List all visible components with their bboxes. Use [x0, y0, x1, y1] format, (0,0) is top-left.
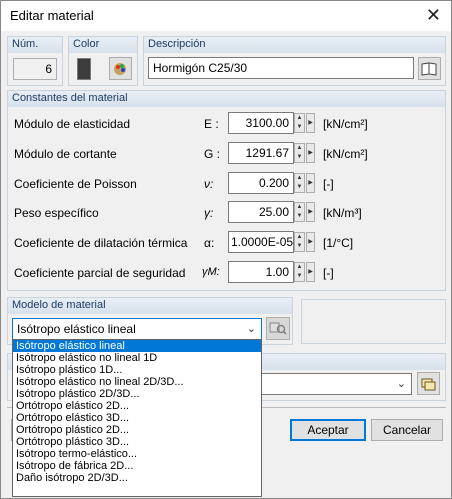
specific-weight-spinner[interactable]: ▲ ▼: [294, 202, 305, 222]
title-bar: Editar material ✕: [1, 1, 451, 31]
elasticity-input[interactable]: 3100.00: [228, 112, 294, 134]
secondary-options-button[interactable]: [417, 372, 440, 395]
model-preview-panel: [301, 299, 446, 344]
list-item[interactable]: Daño isótropo 2D/3D...: [13, 472, 261, 484]
list-item[interactable]: Ortótropo elástico 3D...: [13, 412, 261, 424]
edit-material-dialog: Editar material ✕ Núm. 6 Color Descripci…: [0, 0, 452, 499]
material-model-dropdown-list: Isótropo elástico lineal Isótropo elásti…: [12, 339, 262, 497]
list-item[interactable]: Isótropo elástico no lineal 2D/3D...: [13, 376, 261, 388]
thermal-expansion-unit: [1/°C]: [323, 236, 354, 250]
description-label: Descripción: [148, 38, 206, 50]
cancel-button[interactable]: Cancelar: [371, 419, 443, 441]
palette-icon: [114, 63, 126, 75]
thermal-expansion-arrow-button[interactable]: ▶: [306, 232, 315, 252]
thermal-expansion-spinner[interactable]: ▲ ▼: [294, 232, 305, 252]
color-group: Color: [68, 36, 138, 86]
color-swatch: [77, 58, 91, 80]
thermal-expansion-symbol: α:: [204, 236, 215, 250]
color-label: Color: [73, 38, 100, 50]
poisson-symbol: ν:: [204, 177, 214, 191]
thermal-expansion-label: Coeficiente de dilatación térmica: [14, 236, 188, 250]
model-title: Modelo de material: [12, 299, 106, 311]
shear-spinner[interactable]: ▲ ▼: [294, 143, 305, 163]
poisson-arrow-button[interactable]: ▶: [306, 173, 315, 193]
safety-factor-unit: [-]: [323, 266, 334, 280]
material-library-button[interactable]: [418, 57, 441, 80]
specific-weight-label: Peso específico: [14, 206, 99, 220]
accept-button[interactable]: Aceptar: [290, 419, 366, 441]
poisson-label: Coeficiente de Poisson: [14, 177, 137, 191]
chevron-down-icon: ⌄: [246, 323, 256, 335]
elasticity-unit: [kN/cm²]: [323, 117, 368, 131]
material-model-selected: Isótropo elástico lineal: [17, 322, 136, 336]
specific-weight-unit: [kN/m³]: [323, 206, 362, 220]
shear-arrow-button[interactable]: ▶: [306, 143, 315, 163]
shear-input[interactable]: 1291.67: [228, 142, 294, 164]
shear-label: Módulo de cortante: [14, 147, 117, 161]
window-title: Editar material: [10, 8, 94, 23]
elasticity-arrow-button[interactable]: ▶: [306, 113, 315, 133]
book-icon: [421, 62, 437, 76]
specific-weight-input[interactable]: 25.00: [228, 201, 294, 223]
elasticity-label: Módulo de elasticidad: [14, 117, 131, 131]
safety-factor-arrow-button[interactable]: ▶: [306, 262, 315, 282]
safety-factor-input[interactable]: 1.00: [228, 261, 294, 283]
shear-symbol: G :: [204, 147, 221, 161]
num-field: 6: [13, 58, 57, 80]
list-item[interactable]: Isótropo de fábrica 2D...: [13, 460, 261, 472]
safety-factor-spinner[interactable]: ▲ ▼: [294, 262, 305, 282]
list-item[interactable]: Ortótropo plástico 3D...: [13, 436, 261, 448]
description-group: Descripción Hormigón C25/30: [143, 36, 446, 86]
secondary-select[interactable]: ⌄: [259, 373, 412, 395]
list-item[interactable]: Isótropo elástico no lineal 1D: [13, 352, 261, 364]
number-group: Núm. 6: [7, 36, 63, 86]
material-constants-group: Constantes del material Módulo de elasti…: [7, 90, 446, 291]
description-input[interactable]: Hormigón C25/30: [148, 57, 414, 79]
close-icon[interactable]: ✕: [426, 5, 441, 25]
shear-unit: [kN/cm²]: [323, 147, 368, 161]
list-item[interactable]: Isótropo plástico 1D...: [13, 364, 261, 376]
chevron-down-icon: ⌄: [396, 378, 406, 390]
specific-weight-symbol: γ:: [204, 206, 214, 220]
list-item[interactable]: Isótropo elástico lineal: [13, 340, 261, 352]
model-details-button[interactable]: [266, 317, 290, 340]
window-stack-icon: [421, 378, 436, 391]
list-item[interactable]: Isótropo termo-elástico...: [13, 448, 261, 460]
poisson-spinner[interactable]: ▲ ▼: [294, 173, 305, 193]
color-palette-button[interactable]: [109, 57, 132, 80]
poisson-input[interactable]: 0.200: [228, 172, 294, 194]
list-item[interactable]: Isótropo plástico 2D/3D...: [13, 388, 261, 400]
elasticity-symbol: E :: [204, 117, 219, 131]
constants-title: Constantes del material: [12, 92, 128, 104]
list-item[interactable]: Ortótropo plástico 2D...: [13, 424, 261, 436]
elasticity-spinner[interactable]: ▲ ▼: [294, 113, 305, 133]
safety-factor-label: Coeficiente parcial de seguridad: [14, 266, 186, 280]
poisson-unit: [-]: [323, 177, 334, 191]
safety-factor-symbol: γM:: [202, 266, 220, 278]
material-model-select[interactable]: Isótropo elástico lineal ⌄: [12, 318, 262, 340]
specific-weight-arrow-button[interactable]: ▶: [306, 202, 315, 222]
magnifier-icon: [269, 322, 287, 335]
list-item[interactable]: Ortótropo elástico 2D...: [13, 400, 261, 412]
num-label: Núm.: [12, 38, 39, 50]
thermal-expansion-input[interactable]: 1.0000E-05: [228, 231, 294, 253]
